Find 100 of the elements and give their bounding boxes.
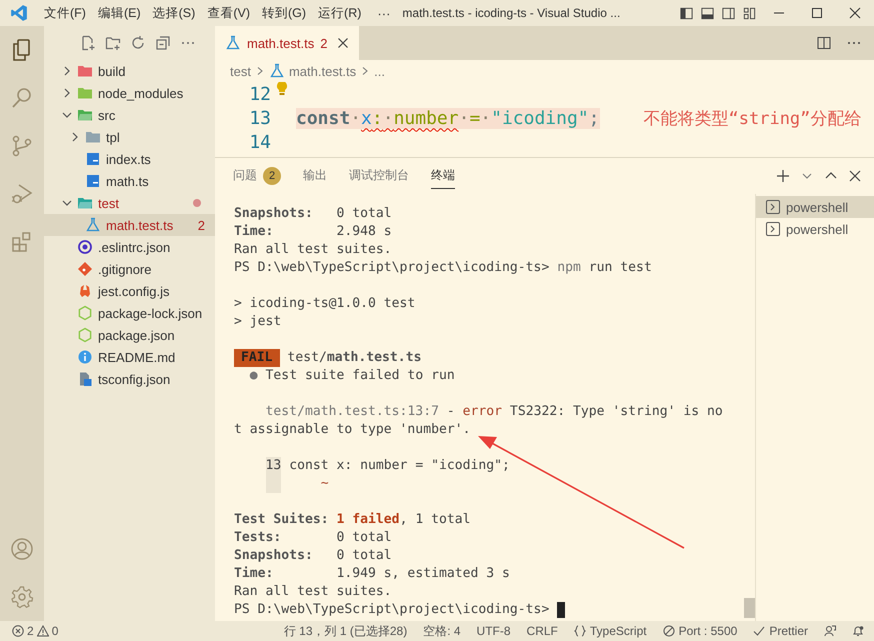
- app-logo-icon: [10, 4, 28, 22]
- ts-file-icon: [85, 151, 101, 167]
- tree-item[interactable]: README.md: [44, 346, 215, 368]
- panel-tab[interactable]: 问题 2: [233, 164, 281, 188]
- tree-item[interactable]: package-lock.json: [44, 302, 215, 324]
- more-menu[interactable]: ···: [367, 6, 400, 20]
- collapse-all-icon[interactable]: [155, 35, 171, 51]
- split-layout-icon[interactable]: [721, 6, 736, 20]
- terminal-icon: [766, 222, 780, 236]
- refresh-icon[interactable]: [130, 35, 146, 51]
- terminal-icon: [766, 200, 780, 214]
- jest-icon: [77, 283, 93, 299]
- close-icon: [849, 7, 861, 19]
- terminal-session[interactable]: powershell: [756, 196, 874, 218]
- tree-item[interactable]: math.ts: [44, 170, 215, 192]
- tree-item[interactable]: jest.config.js: [44, 280, 215, 302]
- tree-item[interactable]: package.json: [44, 324, 215, 346]
- flask-icon: [268, 63, 285, 79]
- hexagon-ring-icon: [77, 239, 93, 255]
- maximize-icon: [811, 7, 823, 19]
- status-item[interactable]: 行 13，列 1 (已选择28): [284, 622, 408, 640]
- close-icon[interactable]: [848, 169, 862, 183]
- panel-tab[interactable]: 输出: [303, 164, 327, 188]
- terminal-line: Time: 2.948 s: [234, 223, 393, 241]
- breadcrumb-item[interactable]: ...: [374, 64, 386, 78]
- plus-icon[interactable]: [776, 169, 790, 183]
- sidebar-layout-icon[interactable]: [679, 6, 694, 20]
- no-entry-icon: [662, 625, 675, 637]
- menu-item[interactable]: 运行(R): [312, 4, 368, 22]
- terminal-line: Snapshots: 0 total: [234, 205, 393, 223]
- flask-icon: [85, 217, 101, 233]
- terminal-line: Ran all test suites.: [234, 241, 393, 259]
- status-item[interactable]: UTF-8: [476, 624, 511, 638]
- chevron-right-icon: [360, 66, 370, 76]
- terminal-text: test/math.test.ts: [286, 349, 422, 367]
- new-folder-icon[interactable]: [105, 35, 121, 51]
- problems-status[interactable]: 2 0: [0, 624, 58, 638]
- info-icon: [77, 349, 93, 365]
- status-item[interactable]: 空格: 4: [423, 622, 461, 640]
- terminal-line: 13 const x: number = "icoding";: [264, 457, 511, 475]
- scrollbar-thumb[interactable]: [744, 598, 755, 618]
- close-icon[interactable]: [337, 37, 350, 49]
- breadcrumb-item[interactable]: math.test.ts: [288, 64, 356, 78]
- editor-tab[interactable]: math.test.ts 2: [215, 26, 360, 60]
- customize-layout-icon[interactable]: [742, 6, 757, 20]
- menu-item[interactable]: 文件(F): [38, 4, 92, 22]
- inline-error-message: 不能将类型“string”分配给: [644, 108, 862, 130]
- tree-item[interactable]: .eslintrc.json: [44, 236, 215, 258]
- terminal-line: Time: 1.949 s, estimated 3 s: [234, 565, 511, 583]
- error-icon: [12, 625, 24, 637]
- feedback-icon[interactable]: [824, 625, 836, 637]
- terminal-line: Tests: 0 total: [234, 529, 393, 547]
- menu-item[interactable]: 查看(V): [201, 4, 256, 22]
- terminal-line: Test Suites: 1 failed, 1 total: [234, 511, 472, 529]
- warning-icon: [36, 625, 49, 637]
- terminal-line: > jest: [234, 313, 282, 331]
- tree-item[interactable]: math.test.ts 2: [44, 214, 215, 236]
- check-icon: [753, 625, 766, 637]
- tree-item[interactable]: .gitignore: [44, 258, 215, 280]
- terminal-session[interactable]: powershell: [756, 218, 874, 240]
- tree-item[interactable]: tsconfig.json: [44, 368, 215, 390]
- status-item[interactable]: Prettier: [753, 624, 808, 638]
- split-editor-icon[interactable]: [816, 35, 832, 51]
- bell-icon[interactable]: [852, 625, 864, 637]
- panel-tab[interactable]: 终端: [431, 164, 455, 188]
- panel-tab[interactable]: 调试控制台: [349, 164, 409, 188]
- line-number: 13: [248, 108, 271, 128]
- diamond-icon: [77, 261, 93, 277]
- braces-icon: [574, 625, 586, 637]
- status-item[interactable]: Port : 5500: [662, 624, 738, 638]
- tree-item[interactable]: build: [44, 60, 215, 82]
- panel-layout-icon[interactable]: [700, 6, 715, 20]
- tree-item[interactable]: test: [44, 192, 215, 214]
- tree-item[interactable]: src: [44, 104, 215, 126]
- menu-item[interactable]: 编辑(E): [92, 4, 147, 22]
- tree-item[interactable]: index.ts: [44, 148, 215, 170]
- hexagon-icon: [77, 305, 93, 321]
- lightbulb-icon[interactable]: [275, 82, 289, 96]
- line-number: 14: [248, 132, 271, 152]
- line-number: 12: [248, 84, 271, 104]
- terminal-line: ~: [234, 475, 744, 493]
- menu-item[interactable]: 转到(G): [256, 4, 312, 22]
- tree-item[interactable]: node_modules: [44, 82, 215, 104]
- ts-file-icon: [85, 173, 101, 189]
- terminal-line: > icoding-ts@1.0.0 test: [234, 295, 416, 313]
- terminal-line: Snapshots: 0 total: [234, 547, 393, 565]
- hexagon-icon: [77, 327, 93, 343]
- tree-item[interactable]: tpl: [44, 126, 215, 148]
- config-file-icon: [77, 371, 93, 387]
- terminal-line: test/math.test.ts:13:7 - error TS2322: Type 'string' is no: [264, 403, 724, 421]
- count-badge: 2: [263, 166, 281, 184]
- new-file-icon[interactable]: [80, 35, 96, 51]
- error-count: 2: [27, 624, 34, 638]
- window-title: math.test.ts - icoding-ts - Visual Studio ...: [402, 6, 620, 20]
- status-item[interactable]: TypeScript: [574, 624, 647, 638]
- code-text: const·x:·number·=·"icoding";: [296, 108, 600, 128]
- breadcrumb-item[interactable]: test: [230, 64, 251, 78]
- menu-item[interactable]: 选择(S): [146, 4, 202, 22]
- status-item[interactable]: CRLF: [526, 624, 558, 638]
- fail-label: FAIL: [234, 349, 280, 367]
